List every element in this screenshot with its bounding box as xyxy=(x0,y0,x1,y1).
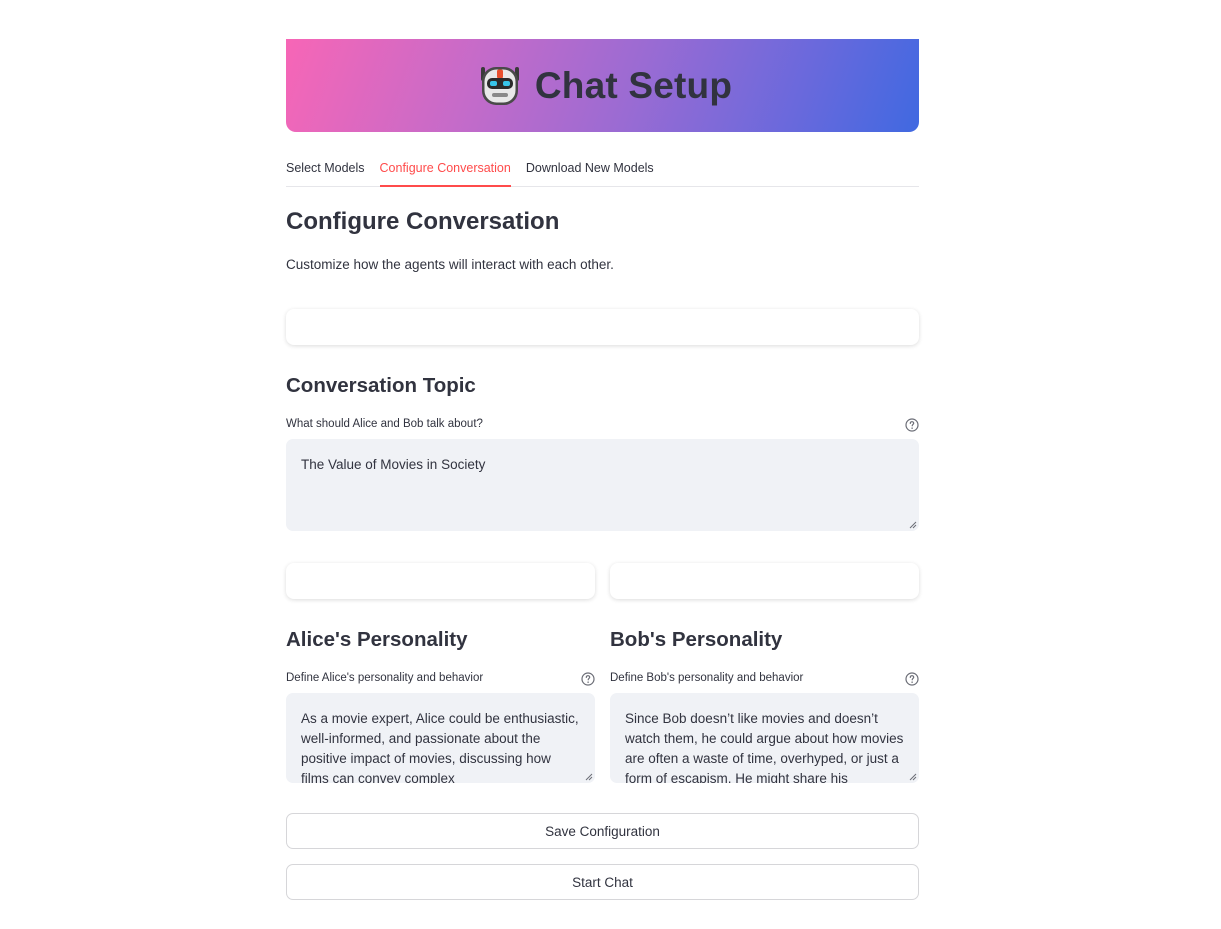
bob-text: Since Bob doesn’t like movies and doesn’… xyxy=(625,711,904,783)
topic-label: What should Alice and Bob talk about? xyxy=(286,418,483,430)
resize-handle-icon[interactable] xyxy=(585,773,593,781)
help-icon[interactable] xyxy=(905,672,919,686)
alice-text: As a movie expert, Alice could be enthus… xyxy=(301,711,579,783)
robot-icon xyxy=(480,66,519,105)
section-title: Configure Conversation xyxy=(286,208,560,235)
section-description: Customize how the agents will interact w… xyxy=(286,257,614,272)
topic-title: Conversation Topic xyxy=(286,374,476,397)
empty-card xyxy=(286,309,919,345)
tab-configure-conversation[interactable]: Configure Conversation xyxy=(379,152,511,187)
header-title-group: Chat Setup xyxy=(477,63,732,109)
save-configuration-button[interactable]: Save Configuration xyxy=(286,813,919,849)
header-banner: Chat Setup xyxy=(286,39,919,132)
header-title: Chat Setup xyxy=(534,64,733,106)
bob-empty-card xyxy=(610,563,919,599)
alice-title: Alice's Personality xyxy=(286,628,468,651)
tab-download-new-models[interactable]: Download New Models xyxy=(526,152,654,187)
alice-textarea[interactable]: As a movie expert, Alice could be enthus… xyxy=(286,693,595,783)
resize-handle-icon[interactable] xyxy=(909,521,917,529)
tab-select-models[interactable]: Select Models xyxy=(286,152,365,187)
bob-label: Define Bob's personality and behavior xyxy=(610,672,804,684)
topic-text: The Value of Movies in Society xyxy=(301,457,486,472)
bob-textarea[interactable]: Since Bob doesn’t like movies and doesn’… xyxy=(610,693,919,783)
alice-label: Define Alice's personality and behavior xyxy=(286,672,484,684)
bob-title: Bob's Personality xyxy=(610,628,783,651)
help-icon[interactable] xyxy=(581,672,595,686)
resize-handle-icon[interactable] xyxy=(909,773,917,781)
tab-bar: Select Models Configure Conversation Dow… xyxy=(286,152,919,187)
alice-empty-card xyxy=(286,563,595,599)
topic-textarea[interactable]: The Value of Movies in Society xyxy=(286,439,919,531)
start-chat-button[interactable]: Start Chat xyxy=(286,864,919,900)
help-icon[interactable] xyxy=(905,418,919,432)
